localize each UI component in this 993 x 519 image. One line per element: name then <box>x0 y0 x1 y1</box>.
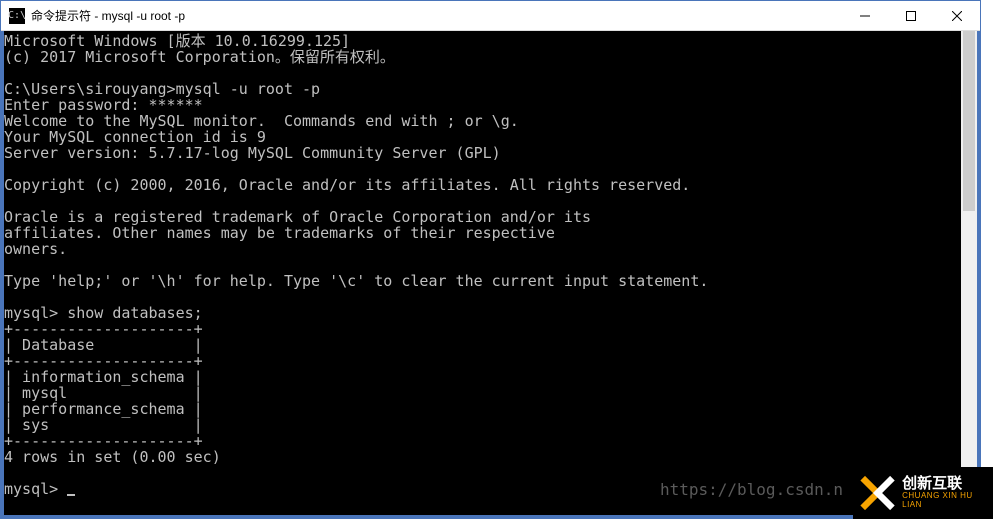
cmd-window: C:\ 命令提示符 - mysql -u root -p Microsoft W… <box>0 0 981 519</box>
minimize-button[interactable] <box>842 1 888 31</box>
close-icon <box>952 11 962 21</box>
window-title: 命令提示符 - mysql -u root -p <box>31 7 185 24</box>
cmd-icon-glyph: C:\ <box>8 10 26 21</box>
minimize-icon <box>860 11 870 21</box>
window-controls <box>842 1 980 31</box>
window-titlebar[interactable]: C:\ 命令提示符 - mysql -u root -p <box>1 1 980 31</box>
logo-x-icon <box>859 474 896 512</box>
maximize-icon <box>906 11 916 21</box>
logo-text: 创新互联 CHUANG XIN HU LIAN <box>902 476 993 510</box>
logo-text-en: CHUANG XIN HU LIAN <box>902 492 993 510</box>
terminal-container: Microsoft Windows [版本 10.0.16299.125] (c… <box>1 31 980 518</box>
terminal-output[interactable]: Microsoft Windows [版本 10.0.16299.125] (c… <box>4 31 961 515</box>
maximize-button[interactable] <box>888 1 934 31</box>
cmd-icon: C:\ <box>9 8 25 24</box>
logo-badge: 创新互联 CHUANG XIN HU LIAN <box>853 467 993 519</box>
vertical-scrollbar[interactable] <box>961 31 977 515</box>
scrollbar-thumb[interactable] <box>963 31 975 211</box>
close-button[interactable] <box>934 1 980 31</box>
logo-text-cn: 创新互联 <box>902 476 993 493</box>
terminal-cursor <box>67 494 75 496</box>
